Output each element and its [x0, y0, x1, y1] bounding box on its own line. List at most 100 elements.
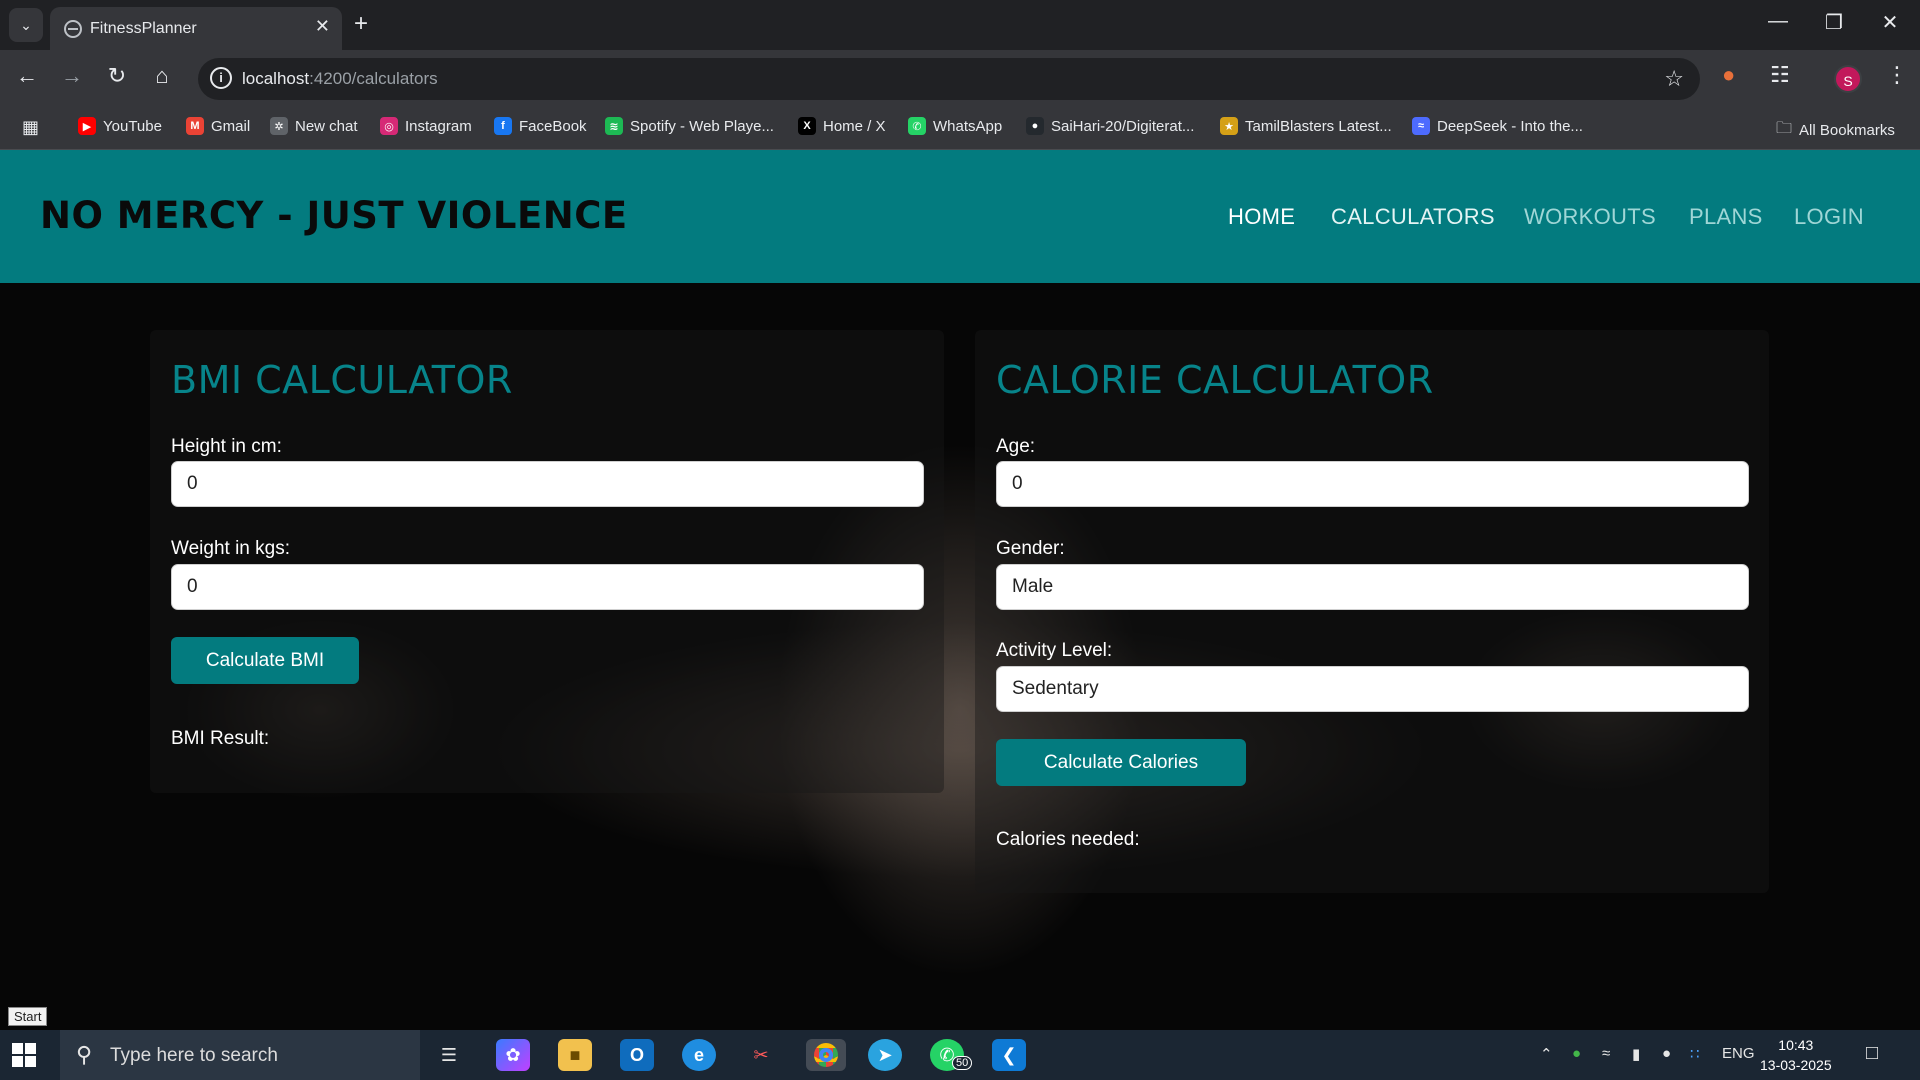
bookmark-item[interactable]: ● SaiHari-20/Digiterat... — [1026, 117, 1194, 135]
folder-icon: 🗀 — [1776, 120, 1793, 137]
bookmark-item[interactable]: ≋ Spotify - Web Playe... — [605, 117, 774, 135]
x-icon: X — [798, 117, 816, 135]
close-tab-icon[interactable]: ✕ — [315, 16, 330, 37]
weight-input[interactable]: 0 — [171, 564, 924, 610]
taskbar-search-box[interactable]: ⚲ Type here to search — [60, 1030, 420, 1080]
clock-date: 13-03-2025 — [1760, 1057, 1832, 1073]
restore-icon[interactable]: ❐ — [1806, 10, 1862, 35]
chrome-icon[interactable] — [806, 1039, 846, 1071]
bookmark-item[interactable]: ✲ New chat — [270, 117, 358, 135]
language-indicator[interactable]: ENG — [1722, 1045, 1755, 1062]
tab-search-chevron-icon[interactable]: ⌄ — [9, 8, 43, 42]
minimize-icon[interactable]: — — [1750, 10, 1806, 33]
microphone-icon[interactable]: ● — [1662, 1045, 1671, 1062]
site-brand[interactable]: NO MERCY - JUST VIOLENCE — [40, 194, 628, 237]
globe-icon — [64, 20, 82, 38]
extension-fox-icon[interactable]: ● — [1722, 62, 1735, 88]
reload-icon[interactable]: ↻ — [102, 63, 132, 89]
url-text[interactable]: localhost:4200/calculators — [242, 69, 438, 89]
bookmark-label: SaiHari-20/Digiterat... — [1051, 117, 1195, 135]
spotify-icon: ≋ — [605, 117, 623, 135]
height-label: Height in cm: — [171, 436, 282, 457]
site-navbar: NO MERCY - JUST VIOLENCE HOME CALCULATOR… — [0, 150, 1920, 283]
deepseek-icon: ≈ — [1412, 117, 1430, 135]
snipping-tool-icon[interactable]: ✂ — [744, 1039, 778, 1071]
calculate-calories-button[interactable]: Calculate Calories — [996, 739, 1246, 786]
bmi-heading: BMI CALCULATOR — [171, 358, 513, 402]
nav-login[interactable]: LOGIN — [1794, 204, 1864, 230]
bookmark-label: Instagram — [405, 117, 472, 135]
url-path: :4200/calculators — [309, 69, 438, 88]
file-explorer-icon[interactable]: ■ — [558, 1039, 592, 1071]
gmail-icon: M — [186, 117, 204, 135]
window-close-icon[interactable]: ✕ — [1862, 10, 1918, 35]
tray-app-icon[interactable]: ● — [1572, 1045, 1581, 1062]
address-bar[interactable]: i localhost:4200/calculators ☆ — [198, 58, 1700, 100]
age-input[interactable]: 0 — [996, 461, 1749, 507]
browser-tab-strip: ⌄ FitnessPlanner ✕ + — ❐ ✕ — [0, 0, 1920, 50]
whatsapp-badge: 50 — [952, 1056, 973, 1070]
youtube-icon: ▶ — [78, 117, 96, 135]
notifications-icon[interactable]: □ — [1866, 1042, 1878, 1065]
nav-calculators[interactable]: CALCULATORS — [1331, 204, 1495, 230]
bookmark-item[interactable]: ◎ Instagram — [380, 117, 472, 135]
gender-label: Gender: — [996, 538, 1065, 559]
bluetooth-icon[interactable]: ∷ — [1690, 1045, 1700, 1063]
bookmark-star-icon[interactable]: ☆ — [1664, 66, 1684, 92]
bookmark-label: TamilBlasters Latest... — [1245, 117, 1392, 135]
new-tab-plus-icon[interactable]: + — [354, 10, 368, 38]
whatsapp-icon: ✆ — [908, 117, 926, 135]
browser-menu-icon[interactable]: ⋮ — [1886, 62, 1908, 88]
bookmark-item[interactable]: M Gmail — [186, 117, 250, 135]
wifi-icon[interactable]: ≈ — [1602, 1045, 1610, 1062]
calculate-bmi-button[interactable]: Calculate BMI — [171, 637, 359, 684]
url-host: localhost — [242, 69, 310, 88]
battery-icon[interactable]: ▮ — [1632, 1045, 1640, 1063]
bookmarks-bar: ▦ ▶ YouTube M Gmail ✲ New chat ◎ Instagram f Face… — [0, 108, 1920, 150]
taskbar-search-placeholder: Type here to search — [110, 1045, 278, 1066]
nav-plans[interactable]: PLANS — [1689, 204, 1763, 230]
copilot-icon[interactable]: ✿ — [496, 1039, 530, 1071]
bmi-result-label: BMI Result: — [171, 728, 270, 749]
all-bookmarks-folder[interactable]: 🗀 All Bookmarks — [1776, 117, 1895, 144]
nav-home[interactable]: HOME — [1228, 204, 1295, 230]
windows-start-icon[interactable] — [12, 1043, 36, 1067]
vscode-icon[interactable]: ❮ — [992, 1039, 1026, 1071]
apps-grid-icon[interactable]: ▦ — [22, 117, 39, 138]
task-view-icon[interactable]: ☰ — [432, 1039, 466, 1071]
site-info-icon[interactable]: i — [210, 67, 232, 89]
extensions-puzzle-icon[interactable]: ☷ — [1770, 62, 1790, 88]
outlook-icon[interactable]: O — [620, 1039, 654, 1071]
bookmark-item[interactable]: f FaceBook — [494, 117, 587, 135]
nav-workouts[interactable]: WORKOUTS — [1524, 204, 1656, 230]
weight-label: Weight in kgs: — [171, 538, 290, 559]
clock-time: 10:43 — [1778, 1037, 1814, 1053]
profile-avatar[interactable]: S — [1834, 65, 1862, 93]
all-bookmarks-label: All Bookmarks — [1799, 122, 1895, 139]
forward-arrow-icon[interactable]: → — [57, 63, 87, 89]
telegram-icon[interactable]: ➤ — [868, 1039, 902, 1071]
bookmark-item[interactable]: ≈ DeepSeek - Into the... — [1412, 117, 1583, 135]
tray-overflow-icon[interactable]: ⌃ — [1540, 1045, 1553, 1063]
height-input[interactable]: 0 — [171, 461, 924, 507]
bookmark-item[interactable]: X Home / X — [798, 117, 886, 135]
system-clock[interactable]: 10:43 13-03-2025 — [1760, 1035, 1832, 1075]
page-viewport: NO MERCY - JUST VIOLENCE HOME CALCULATOR… — [0, 150, 1920, 1030]
calories-needed-label: Calories needed: — [996, 829, 1140, 850]
search-icon: ⚲ — [76, 1042, 93, 1067]
home-icon[interactable]: ⌂ — [147, 63, 177, 89]
github-icon: ● — [1026, 117, 1044, 135]
bookmark-label: FaceBook — [519, 117, 587, 135]
gender-select[interactable]: Male — [996, 564, 1749, 610]
browser-tab[interactable]: FitnessPlanner ✕ — [50, 7, 342, 50]
bookmark-item[interactable]: ✆ WhatsApp — [908, 117, 1002, 135]
edge-icon[interactable]: e — [682, 1039, 716, 1071]
bookmark-item[interactable]: ▶ YouTube — [78, 117, 162, 135]
activity-level-select[interactable]: Sedentary — [996, 666, 1749, 712]
back-arrow-icon[interactable]: ← — [12, 63, 42, 89]
bookmark-label: WhatsApp — [933, 117, 1003, 135]
activity-level-label: Activity Level: — [996, 640, 1113, 661]
bookmark-item[interactable]: ★ TamilBlasters Latest... — [1220, 117, 1392, 135]
facebook-icon: f — [494, 117, 512, 135]
bookmark-label: YouTube — [103, 117, 162, 135]
